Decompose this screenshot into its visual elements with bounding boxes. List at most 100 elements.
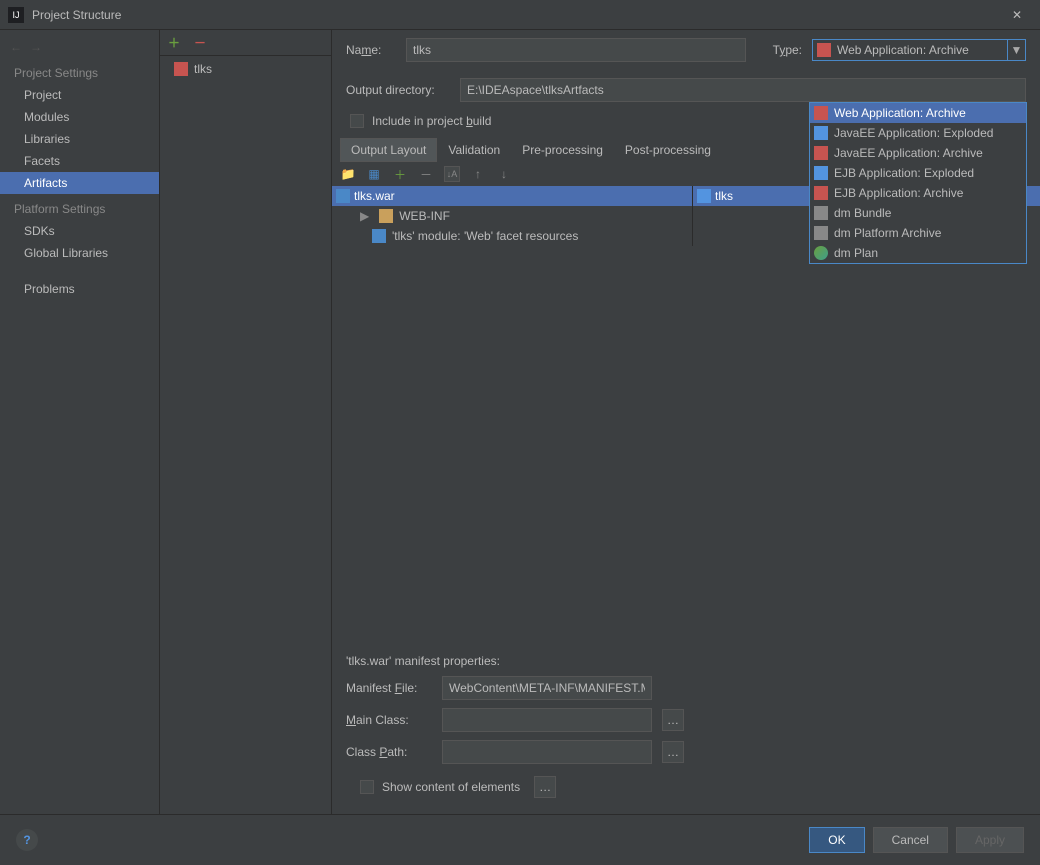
remove-item-icon[interactable]: －	[418, 166, 434, 182]
tree-root-left[interactable]: tlks.war	[332, 186, 692, 206]
artifact-list-item[interactable]: tlks	[160, 56, 331, 82]
manifest-section: 'tlks.war' manifest properties: Manifest…	[332, 642, 1040, 814]
show-content-checkbox[interactable]	[360, 780, 374, 794]
archive-icon[interactable]: ▦	[366, 166, 382, 182]
class-path-input[interactable]	[442, 740, 652, 764]
section-project-settings: Project Settings	[0, 58, 159, 84]
artifact-details-panel: Name: Type: Web Application: Archive ▼ O…	[332, 30, 1040, 814]
nav-forward-icon[interactable]: →	[30, 40, 42, 54]
bundle-icon	[814, 206, 828, 220]
sidebar-item-global-libraries[interactable]: Global Libraries	[0, 242, 159, 264]
tree-item-webinf[interactable]: ▶ WEB-INF	[332, 206, 692, 226]
type-option-label: EJB Application: Archive	[834, 186, 963, 200]
type-option[interactable]: dm Plan	[810, 243, 1026, 263]
remove-artifact-icon[interactable]: －	[194, 34, 206, 51]
type-option[interactable]: dm Bundle	[810, 203, 1026, 223]
tree-root-label: tlks.war	[354, 189, 395, 203]
chevron-down-icon: ▼	[1007, 40, 1025, 60]
tree-root-label: tlks	[715, 189, 733, 203]
sidebar-item-project[interactable]: Project	[0, 84, 159, 106]
bottom-bar: ? OK Cancel Apply	[0, 814, 1040, 865]
section-platform-settings: Platform Settings	[0, 194, 159, 220]
sidebar-item-modules[interactable]: Modules	[0, 106, 159, 128]
artifacts-list-panel: ＋ － tlks	[160, 30, 332, 814]
tree-item-label: 'tlks' module: 'Web' facet resources	[392, 229, 578, 243]
sidebar-item-sdks[interactable]: SDKs	[0, 220, 159, 242]
type-option-label: JavaEE Application: Exploded	[834, 126, 993, 140]
class-path-label: Class Path:	[346, 745, 432, 759]
add-artifact-icon[interactable]: ＋	[168, 34, 180, 51]
type-option-label: JavaEE Application: Archive	[834, 146, 983, 160]
type-option-label: dm Platform Archive	[834, 226, 941, 240]
apply-button[interactable]: Apply	[956, 827, 1024, 853]
artifact-archive-icon	[174, 62, 188, 76]
sort-icon[interactable]: ↓A	[444, 166, 460, 182]
archive-file-icon	[336, 189, 350, 203]
window-title: Project Structure	[32, 8, 1002, 22]
type-label: Type:	[773, 43, 802, 57]
module-icon	[697, 189, 711, 203]
main-class-input[interactable]	[442, 708, 652, 732]
type-option[interactable]: EJB Application: Archive	[810, 183, 1026, 203]
exploded-icon	[814, 126, 828, 140]
nav-back-icon[interactable]: ←	[10, 40, 22, 54]
tab-pre-processing[interactable]: Pre-processing	[511, 138, 614, 162]
tree-item-facet[interactable]: 'tlks' module: 'Web' facet resources	[332, 226, 692, 246]
new-folder-icon[interactable]: 📁	[340, 166, 356, 182]
sidebar-item-libraries[interactable]: Libraries	[0, 128, 159, 150]
expand-icon[interactable]: ▶	[360, 209, 369, 223]
manifest-file-row: Manifest File:	[346, 676, 1026, 700]
artifacts-toolbar: ＋ －	[160, 30, 331, 56]
exploded-icon	[814, 166, 828, 180]
platform-icon	[814, 226, 828, 240]
name-label: Name:	[346, 43, 396, 57]
show-content-label: Show content of elements	[382, 780, 520, 794]
move-up-icon[interactable]: ↑	[470, 166, 486, 182]
browse-class-path-button[interactable]: …	[662, 741, 684, 763]
main-class-label: Main Class:	[346, 713, 432, 727]
title-bar[interactable]: IJ Project Structure ✕	[0, 0, 1040, 30]
main-class-row: Main Class: …	[346, 708, 1026, 732]
sidebar-item-artifacts[interactable]: Artifacts	[0, 172, 159, 194]
type-option[interactable]: JavaEE Application: Exploded	[810, 123, 1026, 143]
add-item-icon[interactable]: ＋	[392, 166, 408, 182]
close-icon[interactable]: ✕	[1002, 0, 1032, 30]
type-option[interactable]: EJB Application: Exploded	[810, 163, 1026, 183]
output-dir-label: Output directory:	[346, 83, 450, 97]
nav-arrows: ← →	[0, 36, 159, 58]
archive-icon	[814, 186, 828, 200]
show-content-more-button[interactable]: …	[534, 776, 556, 798]
manifest-file-input[interactable]	[442, 676, 652, 700]
move-down-icon[interactable]: ↓	[496, 166, 512, 182]
class-path-row: Class Path: …	[346, 740, 1026, 764]
tab-post-processing[interactable]: Post-processing	[614, 138, 722, 162]
cancel-button[interactable]: Cancel	[873, 827, 948, 853]
type-option[interactable]: Web Application: Archive	[810, 103, 1026, 123]
show-content-row: Show content of elements …	[346, 772, 1026, 802]
type-dropdown[interactable]: Web Application: Archive JavaEE Applicati…	[809, 102, 1027, 264]
name-input[interactable]	[406, 38, 746, 62]
tree-item-label: WEB-INF	[399, 209, 450, 223]
sidebar-item-facets[interactable]: Facets	[0, 150, 159, 172]
include-build-checkbox[interactable]	[350, 114, 364, 128]
tab-validation[interactable]: Validation	[437, 138, 511, 162]
sidebar-item-problems[interactable]: Problems	[0, 278, 159, 300]
artifact-label: tlks	[194, 62, 212, 76]
layout-left-col: tlks.war ▶ WEB-INF 'tlks' module: 'Web' …	[332, 186, 692, 246]
output-dir-input[interactable]	[460, 78, 1026, 102]
app-icon: IJ	[8, 7, 24, 23]
archive-icon	[814, 106, 828, 120]
help-icon[interactable]: ?	[16, 829, 38, 851]
type-option-label: dm Bundle	[834, 206, 891, 220]
type-option[interactable]: dm Platform Archive	[810, 223, 1026, 243]
browse-main-class-button[interactable]: …	[662, 709, 684, 731]
include-build-label: Include in project build	[372, 114, 491, 128]
manifest-title: 'tlks.war' manifest properties:	[346, 654, 1026, 668]
type-option[interactable]: JavaEE Application: Archive	[810, 143, 1026, 163]
type-select-value: Web Application: Archive	[837, 43, 969, 57]
type-select[interactable]: Web Application: Archive ▼	[812, 39, 1026, 61]
left-sidebar: ← → Project Settings Project Modules Lib…	[0, 30, 160, 814]
tab-output-layout[interactable]: Output Layout	[340, 138, 437, 162]
folder-icon	[379, 209, 393, 223]
ok-button[interactable]: OK	[809, 827, 864, 853]
